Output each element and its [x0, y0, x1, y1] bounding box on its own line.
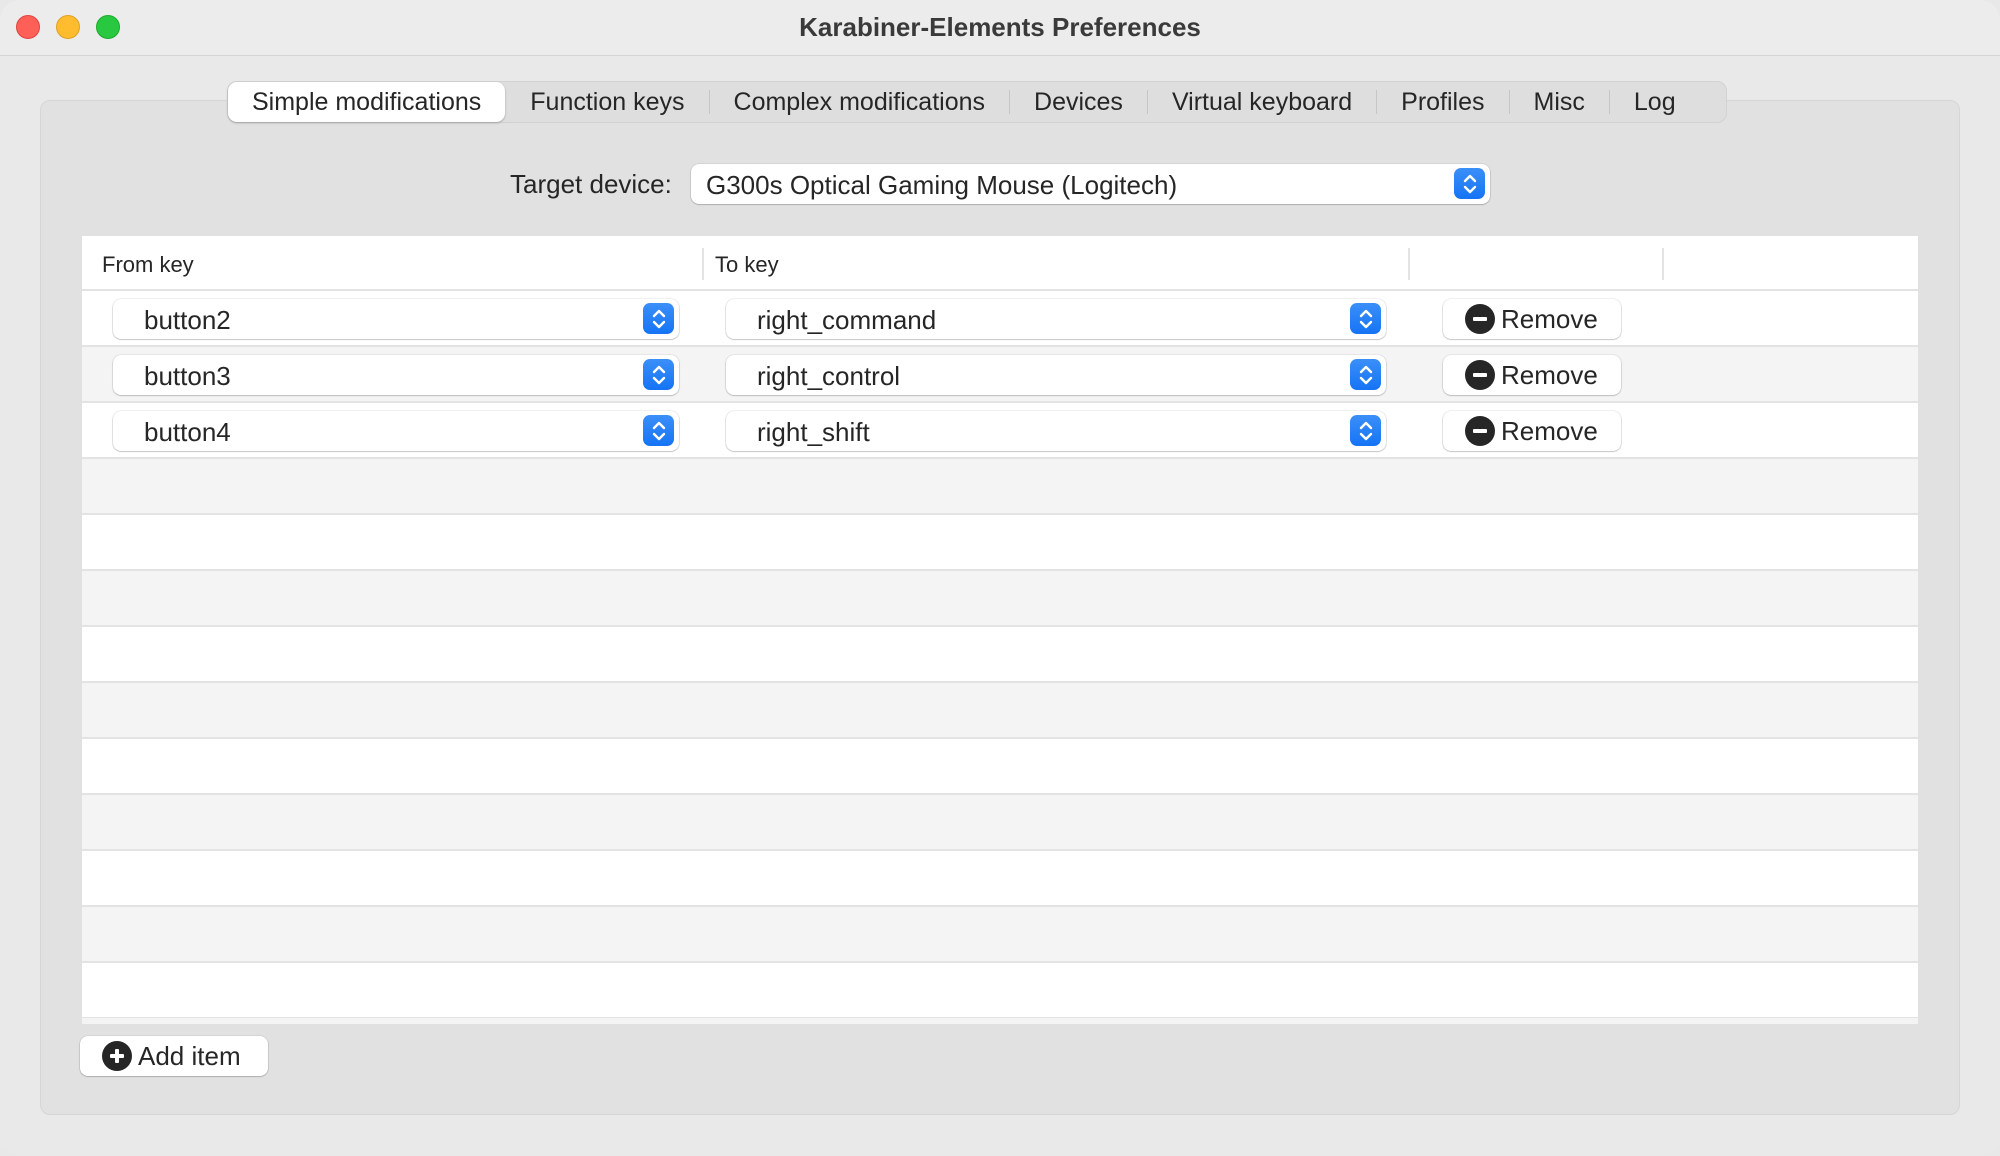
target-device-row: Target device: G300s Optical Gaming Mous… [0, 164, 2000, 204]
preferences-window: Karabiner-Elements Preferences Simple mo… [0, 0, 2000, 1156]
from-key-select[interactable]: button2 [113, 299, 679, 339]
add-item-button[interactable]: Add item [80, 1036, 268, 1076]
target-device-value: G300s Optical Gaming Mouse (Logitech) [706, 170, 1178, 200]
from-key-select[interactable]: button4 [113, 411, 679, 451]
to-key-select[interactable]: right_command [726, 299, 1386, 339]
to-key-value: right_command [757, 305, 937, 335]
from-key-value: button4 [144, 417, 231, 447]
minus-circle-icon [1465, 416, 1495, 446]
from-key-value: button2 [144, 305, 231, 335]
modifications-table: From key To key button2 right_command Remo… [82, 236, 1918, 1024]
column-divider[interactable] [1662, 248, 1664, 280]
empty-table-row [82, 571, 1918, 627]
remove-button[interactable]: Remove [1443, 411, 1621, 451]
chevron-up-down-icon [643, 359, 674, 390]
table-body: button2 right_command Remove button3 right_c… [82, 291, 1918, 1019]
empty-table-row [82, 907, 1918, 963]
window-title: Karabiner-Elements Preferences [799, 12, 1201, 42]
tab-log[interactable]: Log [1610, 82, 1700, 122]
tab-function-keys[interactable]: Function keys [506, 82, 708, 122]
remove-button[interactable]: Remove [1443, 299, 1621, 339]
to-key-value: right_control [757, 361, 901, 391]
target-device-label: Target device: [510, 169, 672, 199]
empty-table-row [82, 459, 1918, 515]
tab-misc[interactable]: Misc [1510, 82, 1609, 122]
add-item-label: Add item [138, 1040, 241, 1071]
chevron-up-down-icon [1350, 303, 1381, 334]
title-bar: Karabiner-Elements Preferences [0, 0, 2000, 56]
tab-bar: Simple modifications Function keys Complex… [227, 81, 1727, 123]
table-footer-strip [82, 1018, 1918, 1024]
remove-label: Remove [1501, 359, 1598, 390]
plus-circle-icon [102, 1041, 132, 1071]
table-header: From key To key [82, 236, 1918, 291]
tab-simple-modifications[interactable]: Simple modifications [228, 82, 506, 122]
remove-button[interactable]: Remove [1443, 355, 1621, 395]
table-row[interactable]: button4 right_shift Remove [82, 403, 1918, 459]
to-key-select[interactable]: right_shift [726, 411, 1386, 451]
target-device-select[interactable]: G300s Optical Gaming Mouse (Logitech) [691, 164, 1490, 204]
minus-circle-icon [1465, 360, 1495, 390]
table-row[interactable]: button2 right_command Remove [82, 291, 1918, 347]
column-header-from-key[interactable]: From key [102, 252, 194, 278]
from-key-value: button3 [144, 361, 231, 391]
chevron-up-down-icon [1350, 415, 1381, 446]
column-divider[interactable] [1408, 248, 1410, 280]
tab-devices[interactable]: Devices [1010, 82, 1147, 122]
from-key-select[interactable]: button3 [113, 355, 679, 395]
column-divider[interactable] [702, 248, 704, 280]
remove-label: Remove [1501, 303, 1598, 334]
chevron-up-down-icon [1350, 359, 1381, 390]
empty-table-row [82, 963, 1918, 1019]
tab-complex-modifications[interactable]: Complex modifications [710, 82, 1010, 122]
chevron-up-down-icon [1454, 168, 1485, 199]
tab-virtual-keyboard[interactable]: Virtual keyboard [1148, 82, 1376, 122]
remove-label: Remove [1501, 415, 1598, 446]
empty-table-row [82, 851, 1918, 907]
empty-table-row [82, 627, 1918, 683]
empty-table-row [82, 795, 1918, 851]
chevron-up-down-icon [643, 415, 674, 446]
chevron-up-down-icon [643, 303, 674, 334]
tab-profiles[interactable]: Profiles [1377, 82, 1508, 122]
empty-table-row [82, 739, 1918, 795]
minus-circle-icon [1465, 304, 1495, 334]
column-header-to-key[interactable]: To key [715, 252, 779, 278]
empty-table-row [82, 515, 1918, 571]
to-key-value: right_shift [757, 417, 870, 447]
empty-table-row [82, 683, 1918, 739]
table-row[interactable]: button3 right_control Remove [82, 347, 1918, 403]
to-key-select[interactable]: right_control [726, 355, 1386, 395]
